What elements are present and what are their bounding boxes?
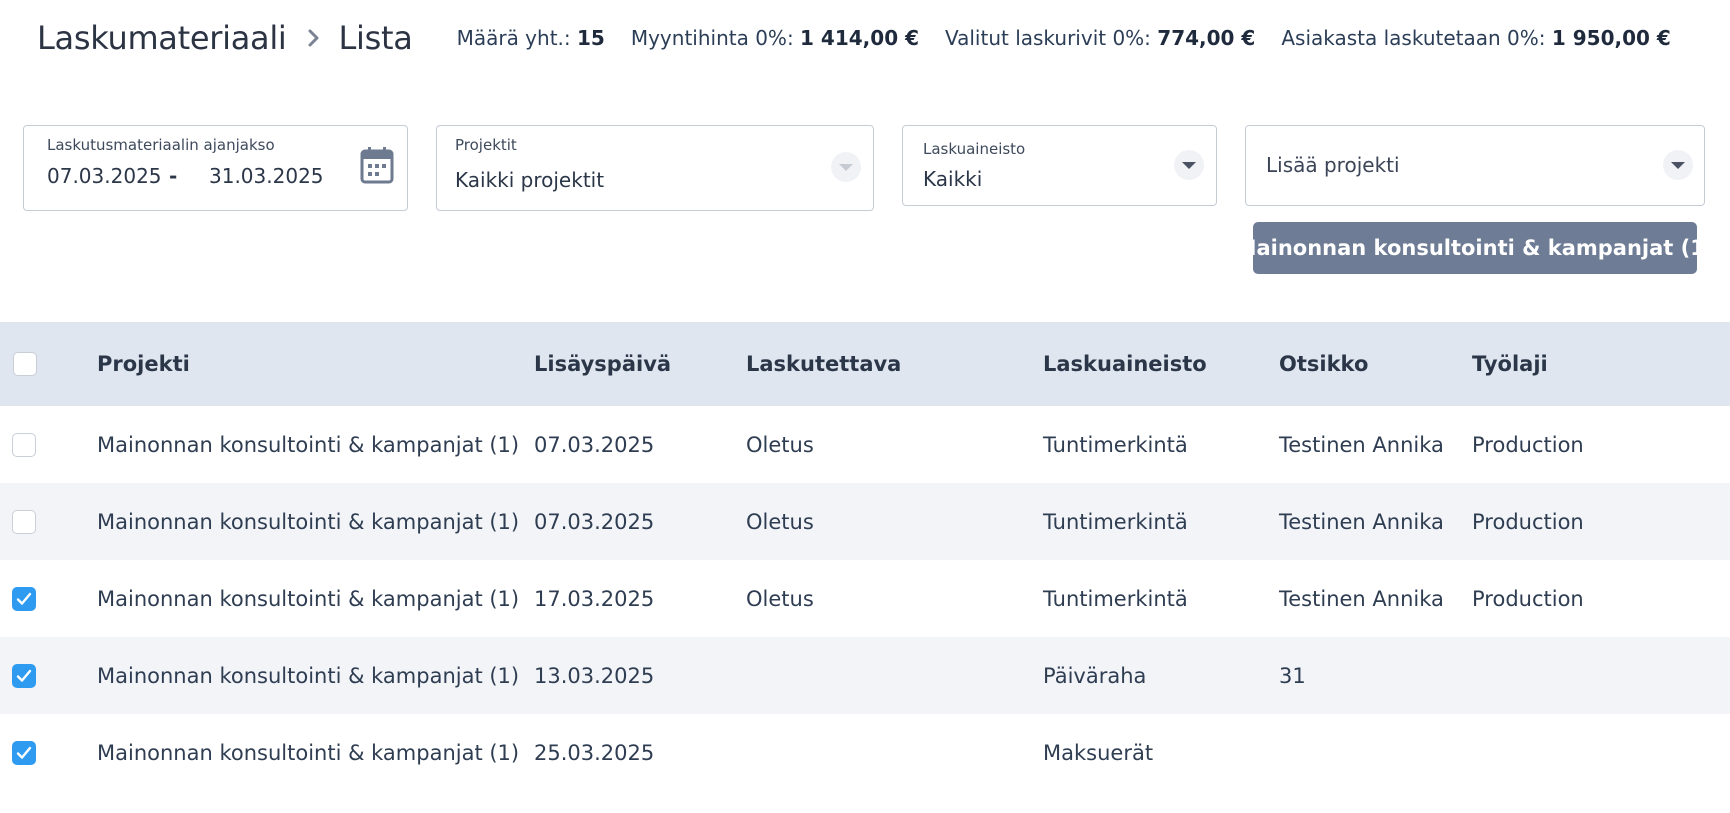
page-header: Laskumateriaali Lista Määrä yht.: 15 Myy… (37, 16, 1697, 60)
table-row[interactable]: Mainonnan konsultointi & kampanjat (1) 13… (0, 637, 1730, 714)
cell-billable: Oletus (746, 509, 814, 534)
cell-project: Mainonnan konsultointi & kampanjat (1) (97, 586, 520, 611)
stat-sales-price: Myyntihinta 0%: 1 414,00 € (630, 26, 919, 50)
table-row[interactable]: Mainonnan konsultointi & kampanjat (1) 25… (0, 714, 1730, 791)
column-header-project[interactable]: Projekti (97, 322, 190, 406)
calendar-icon[interactable] (360, 146, 394, 188)
date-separator: - (169, 164, 178, 188)
cell-added-date: 07.03.2025 (534, 432, 655, 457)
column-header-billable[interactable]: Laskutettava (746, 322, 901, 406)
cell-material: Tuntimerkintä (1043, 509, 1188, 534)
cell-billable: Oletus (746, 432, 814, 457)
cell-material: Tuntimerkintä (1043, 432, 1188, 457)
table-row[interactable]: Mainonnan konsultointi & kampanjat (1) 07… (0, 406, 1730, 483)
material-label: Laskuaineisto (923, 140, 1026, 158)
column-header-material[interactable]: Laskuaineisto (1043, 322, 1207, 406)
cell-title: Testinen Annika (1279, 509, 1444, 534)
date-range-field[interactable]: Laskutusmateriaalin ajanjakso 07.03.2025… (23, 125, 408, 211)
breadcrumb-root[interactable]: Laskumateriaali (37, 19, 287, 57)
stat-customer-billed: Asiakasta laskutetaan 0%: 1 950,00 € (1281, 26, 1671, 50)
cell-project: Mainonnan konsultointi & kampanjat (1) (97, 663, 520, 688)
cell-added-date: 17.03.2025 (534, 586, 655, 611)
stat-selected-rows: Valitut laskurivit 0%: 774,00 € (944, 26, 1256, 50)
material-value: Kaikki (923, 167, 983, 191)
projects-select[interactable]: Projektit Kaikki projektit (436, 125, 874, 211)
row-checkbox[interactable] (12, 740, 36, 765)
column-header-work-type[interactable]: Työlaji (1472, 322, 1548, 406)
checkmark-icon (16, 669, 32, 682)
checkmark-icon (16, 592, 32, 605)
date-start[interactable]: 07.03.2025 (47, 164, 162, 188)
cell-work-type: Production (1472, 586, 1584, 611)
cell-title: Testinen Annika (1279, 432, 1444, 457)
cell-title: Testinen Annika (1279, 586, 1444, 611)
date-end[interactable]: 31.03.2025 (209, 164, 324, 188)
row-checkbox[interactable] (12, 663, 36, 688)
chevron-down-icon[interactable] (1174, 150, 1204, 180)
table-body: Mainonnan konsultointi & kampanjat (1) 07… (0, 406, 1730, 791)
cell-added-date: 25.03.2025 (534, 740, 655, 765)
projects-value: Kaikki projektit (455, 168, 605, 192)
cell-material: Tuntimerkintä (1043, 586, 1188, 611)
cell-material: Päiväraha (1043, 663, 1147, 688)
cell-material: Maksuerät (1043, 740, 1154, 765)
select-all-checkbox[interactable] (13, 352, 37, 376)
invoice-material-table: Projekti Lisäyspäivä Laskutettava Laskua… (0, 322, 1730, 791)
summary-stats: Määrä yht.: 15 Myyntihinta 0%: 1 414,00 … (457, 26, 1697, 50)
material-select[interactable]: Laskuaineisto Kaikki (902, 125, 1217, 206)
chevron-down-icon[interactable] (831, 152, 861, 182)
cell-work-type: Production (1472, 509, 1584, 534)
row-checkbox[interactable] (12, 509, 36, 534)
cell-project: Mainonnan konsultointi & kampanjat (1) (97, 509, 520, 534)
selected-project-chip[interactable]: Mainonnan konsultointi & kampanjat (1) (1236, 222, 1714, 274)
cell-added-date: 07.03.2025 (534, 509, 655, 534)
cell-billable: Oletus (746, 586, 814, 611)
date-range-label: Laskutusmateriaalin ajanjakso (47, 136, 275, 154)
table-row[interactable]: Mainonnan konsultointi & kampanjat (1) 07… (0, 483, 1730, 560)
column-header-title[interactable]: Otsikko (1279, 322, 1368, 406)
row-checkbox[interactable] (12, 432, 36, 457)
cell-project: Mainonnan konsultointi & kampanjat (1) (97, 432, 520, 457)
add-project-placeholder: Lisää projekti (1266, 153, 1400, 177)
add-project-select[interactable]: Lisää projekti (1245, 125, 1705, 206)
table-header: Projekti Lisäyspäivä Laskutettava Laskua… (0, 322, 1730, 406)
cell-added-date: 13.03.2025 (534, 663, 655, 688)
projects-label: Projektit (455, 136, 517, 154)
column-header-added-date[interactable]: Lisäyspäivä (534, 322, 671, 406)
cell-project: Mainonnan konsultointi & kampanjat (1) (97, 740, 520, 765)
table-row[interactable]: Mainonnan konsultointi & kampanjat (1) 17… (0, 560, 1730, 637)
cell-work-type: Production (1472, 432, 1584, 457)
breadcrumb-current: Lista (338, 19, 413, 57)
chevron-right-icon (307, 27, 321, 49)
row-checkbox[interactable] (12, 586, 36, 611)
stat-count: Määrä yht.: 15 (456, 26, 605, 50)
chevron-down-icon[interactable] (1663, 150, 1693, 180)
cell-title: 31 (1279, 663, 1306, 688)
checkmark-icon (16, 746, 32, 759)
